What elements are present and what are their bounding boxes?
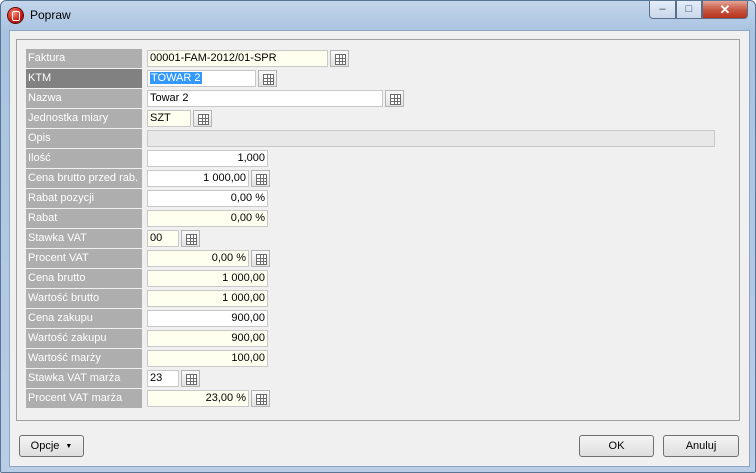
table-icon bbox=[198, 114, 209, 125]
cancel-button[interactable]: Anuluj bbox=[663, 435, 739, 457]
nazwa-label: Nazwa bbox=[26, 89, 142, 108]
jednostka-label: Jednostka miary bbox=[26, 109, 142, 128]
jednostka-field[interactable]: SZT bbox=[147, 110, 191, 127]
table-icon bbox=[256, 394, 267, 405]
maximize-button[interactable]: □ bbox=[676, 1, 702, 19]
cena-zakupu-field[interactable]: 900,00 bbox=[147, 310, 268, 327]
table-icon bbox=[256, 174, 267, 185]
ktm-field[interactable]: TOWAR 2 bbox=[147, 70, 256, 87]
procent-vat-field[interactable]: 0,00 % bbox=[147, 250, 249, 267]
wartosc-zakupu-field[interactable]: 900,00 bbox=[147, 330, 268, 347]
nazwa-picker-button[interactable] bbox=[385, 90, 404, 107]
procent-vat-marza-label: Procent VAT marża bbox=[26, 389, 142, 408]
table-icon bbox=[263, 74, 274, 85]
table-icon bbox=[186, 234, 197, 245]
procent-vat-marza-field[interactable]: 23,00 % bbox=[147, 390, 249, 407]
form-panel: Faktura 00001-FAM-2012/01-SPR KTM TOWAR … bbox=[16, 39, 740, 421]
wartosc-marzy-label: Wartość marży bbox=[26, 349, 142, 368]
faktura-field[interactable]: 00001-FAM-2012/01-SPR bbox=[147, 50, 328, 67]
table-icon bbox=[335, 54, 346, 65]
procent-vat-label: Procent VAT bbox=[26, 249, 142, 268]
cena-zakupu-label: Cena zakupu bbox=[26, 309, 142, 328]
opis-field[interactable] bbox=[147, 130, 715, 147]
wartosc-zakupu-label: Wartość zakupu bbox=[26, 329, 142, 348]
stawka-vat-marza-field[interactable]: 23 bbox=[147, 370, 179, 387]
stawka-vat-picker-button[interactable] bbox=[181, 230, 200, 247]
cena-brutto-przed-label: Cena brutto przed rab. bbox=[26, 169, 142, 188]
wartosc-marzy-field[interactable]: 100,00 bbox=[147, 350, 268, 367]
rabat-pozycji-field[interactable]: 0,00 % bbox=[147, 190, 268, 207]
cena-brutto-przed-field[interactable]: 1 000,00 bbox=[147, 170, 249, 187]
cena-brutto-field[interactable]: 1 000,00 bbox=[147, 270, 268, 287]
ok-button[interactable]: OK bbox=[579, 435, 654, 457]
options-label: Opcje bbox=[30, 440, 60, 452]
procent-vat-picker-button[interactable] bbox=[251, 250, 270, 267]
dialog-body: Faktura 00001-FAM-2012/01-SPR KTM TOWAR … bbox=[9, 30, 750, 467]
rabat-label: Rabat bbox=[26, 209, 142, 228]
window-title: Popraw bbox=[30, 8, 71, 22]
stawka-vat-field[interactable]: 00 bbox=[147, 230, 179, 247]
faktura-label: Faktura bbox=[26, 49, 142, 68]
faktura-picker-button[interactable] bbox=[330, 50, 349, 67]
jednostka-picker-button[interactable] bbox=[193, 110, 212, 127]
wartosc-brutto-label: Wartość brutto bbox=[26, 289, 142, 308]
nazwa-field[interactable]: Towar 2 bbox=[147, 90, 383, 107]
table-icon bbox=[256, 254, 267, 265]
app-icon bbox=[8, 8, 23, 23]
opis-label: Opis bbox=[26, 129, 142, 148]
wartosc-brutto-field[interactable]: 1 000,00 bbox=[147, 290, 268, 307]
rabat-field[interactable]: 0,00 % bbox=[147, 210, 268, 227]
table-icon bbox=[186, 374, 197, 385]
close-button[interactable]: ✕ bbox=[702, 1, 748, 19]
ktm-label: KTM bbox=[26, 69, 142, 88]
options-dropdown-button[interactable]: Opcje ▼ bbox=[19, 435, 84, 457]
cena-brutto-przed-calc-button[interactable] bbox=[251, 170, 270, 187]
ktm-selected-text: TOWAR 2 bbox=[150, 72, 202, 84]
cena-brutto-label: Cena brutto bbox=[26, 269, 142, 288]
ktm-picker-button[interactable] bbox=[258, 70, 277, 87]
stawka-vat-marza-label: Stawka VAT marża bbox=[26, 369, 142, 388]
dialog-window: Popraw – □ ✕ Faktura 00001-FAM-2012/01-S… bbox=[0, 0, 756, 473]
rabat-pozycji-label: Rabat pozycji bbox=[26, 189, 142, 208]
minimize-button[interactable]: – bbox=[649, 1, 676, 19]
procent-vat-marza-picker-button[interactable] bbox=[251, 390, 270, 407]
dropdown-arrow-icon: ▼ bbox=[65, 443, 73, 450]
stawka-vat-marza-picker-button[interactable] bbox=[181, 370, 200, 387]
ilosc-label: Ilość bbox=[26, 149, 142, 168]
title-bar[interactable]: Popraw – □ ✕ bbox=[1, 1, 755, 29]
stawka-vat-label: Stawka VAT bbox=[26, 229, 142, 248]
ilosc-field[interactable]: 1,000 bbox=[147, 150, 268, 167]
table-icon bbox=[390, 94, 401, 105]
